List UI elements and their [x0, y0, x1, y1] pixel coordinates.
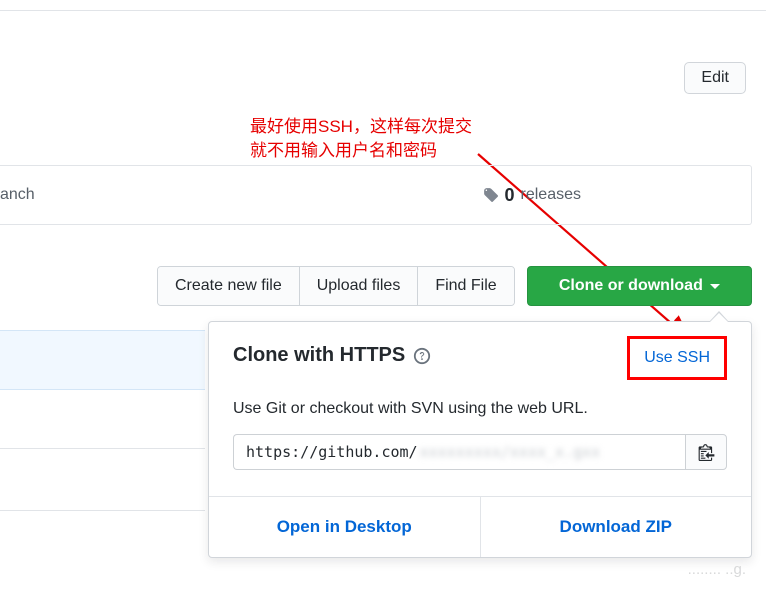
- file-button-group: Create new file Upload files Find File: [157, 266, 515, 306]
- edit-button[interactable]: Edit: [684, 62, 746, 94]
- releases-link[interactable]: 0 releases: [482, 185, 582, 206]
- branches-fragment: anch: [0, 186, 52, 204]
- file-actions-toolbar: Create new file Upload files Find File C…: [157, 266, 752, 306]
- caret-down-icon: [710, 284, 720, 289]
- clone-dropdown: Clone with HTTPS Use SSH Use Git or chec…: [208, 321, 752, 558]
- tag-icon: [482, 187, 499, 204]
- dropdown-tail: [709, 311, 729, 322]
- clone-download-label: Clone or download: [559, 277, 703, 295]
- releases-label: releases: [521, 186, 581, 204]
- annotation-line-1: 最好使用SSH，这样每次提交: [250, 117, 472, 136]
- file-divider-1: [0, 448, 205, 449]
- clone-title: Clone with HTTPS: [233, 344, 431, 367]
- help-icon: [413, 347, 431, 365]
- repo-info-bar: anch 0 releases: [0, 165, 752, 225]
- open-in-desktop-button[interactable]: Open in Desktop: [209, 497, 481, 557]
- clone-header: Clone with HTTPS Use SSH: [209, 322, 751, 400]
- find-file-button[interactable]: Find File: [418, 267, 513, 305]
- releases-count: 0: [505, 185, 515, 206]
- clone-url-blurred: xxxxxxxxx/xxxx_x.gxx: [420, 443, 601, 461]
- clone-description: Use Git or checkout with SVN using the w…: [209, 400, 751, 434]
- use-ssh-button[interactable]: Use SSH: [627, 336, 727, 380]
- timestamp-fragment: ........ ..g.: [688, 561, 746, 578]
- clipboard-icon: [698, 443, 715, 461]
- annotation-text: 最好使用SSH，这样每次提交 就不用输入用户名和密码: [250, 115, 472, 163]
- clone-footer: Open in Desktop Download ZIP: [209, 496, 751, 557]
- clone-download-button[interactable]: Clone or download: [527, 266, 752, 306]
- upload-files-button[interactable]: Upload files: [300, 267, 419, 305]
- copy-url-button[interactable]: [685, 434, 727, 470]
- clone-url-row: https://github.com/xxxxxxxxx/xxxx_x.gxx: [209, 434, 751, 496]
- download-zip-button[interactable]: Download ZIP: [481, 497, 752, 557]
- create-new-file-button[interactable]: Create new file: [158, 267, 300, 305]
- annotation-line-2: 就不用输入用户名和密码: [250, 141, 437, 160]
- file-divider-2: [0, 510, 205, 511]
- commit-summary-row: [0, 330, 205, 390]
- clone-url-input[interactable]: https://github.com/xxxxxxxxx/xxxx_x.gxx: [233, 434, 685, 470]
- page-top-divider: [0, 10, 766, 11]
